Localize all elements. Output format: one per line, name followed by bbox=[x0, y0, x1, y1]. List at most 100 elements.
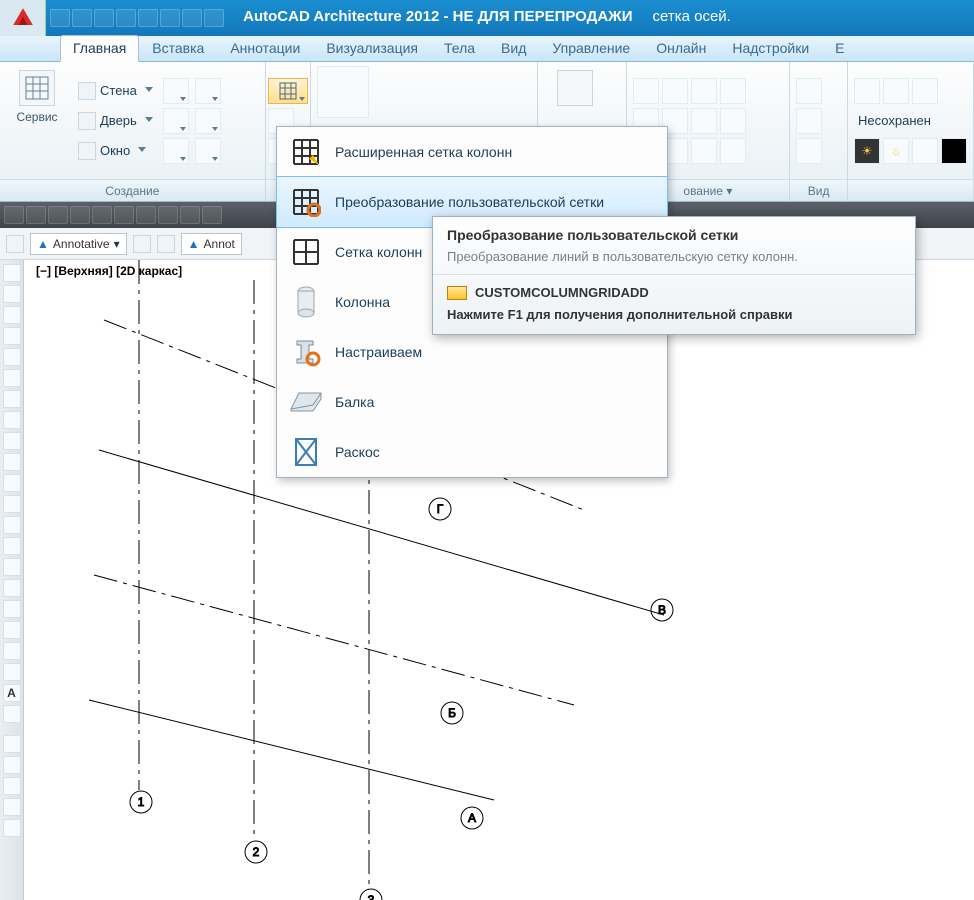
tool-button[interactable] bbox=[163, 78, 189, 104]
tool-button[interactable] bbox=[195, 108, 221, 134]
tool-button[interactable] bbox=[3, 306, 21, 324]
toolbar-button[interactable] bbox=[4, 206, 24, 224]
wall-button[interactable]: Стена bbox=[74, 78, 157, 104]
tool-button[interactable] bbox=[3, 756, 21, 774]
array-tool[interactable] bbox=[720, 108, 746, 134]
toolbar-button[interactable] bbox=[202, 206, 222, 224]
layer-lock-icon[interactable] bbox=[912, 138, 938, 164]
view-tool[interactable] bbox=[796, 108, 822, 134]
trim-tool[interactable] bbox=[691, 78, 717, 104]
fillet-tool[interactable] bbox=[691, 108, 717, 134]
qat-button[interactable] bbox=[138, 9, 158, 27]
tab-home[interactable]: Главная bbox=[60, 35, 139, 62]
grid-enhanced-icon bbox=[289, 135, 323, 169]
tool-button[interactable] bbox=[3, 327, 21, 345]
tool-button[interactable] bbox=[3, 642, 21, 660]
anno-tool-icon[interactable] bbox=[133, 235, 151, 253]
door-button[interactable]: Дверь bbox=[74, 108, 157, 134]
qat-button[interactable] bbox=[72, 9, 92, 27]
tool-button[interactable] bbox=[3, 453, 21, 471]
menu-item-brace[interactable]: Раскос bbox=[277, 427, 667, 477]
line-tool[interactable] bbox=[317, 66, 369, 118]
explode-tool[interactable] bbox=[720, 138, 746, 164]
qat-dropdown[interactable] bbox=[204, 9, 224, 27]
tooltip: Преобразование пользовательской сетки Пр… bbox=[432, 216, 916, 335]
tool-button[interactable] bbox=[3, 558, 21, 576]
menu-item-enhanced-grid[interactable]: Расширенная сетка колонн bbox=[277, 127, 667, 177]
anno-scale-dropdown[interactable]: ▲Annotative▾ bbox=[30, 233, 127, 255]
tool-button[interactable] bbox=[3, 432, 21, 450]
layer-tool[interactable] bbox=[883, 78, 909, 104]
toolbar-button[interactable] bbox=[48, 206, 68, 224]
qat-button[interactable] bbox=[160, 9, 180, 27]
rotate-tool[interactable] bbox=[662, 78, 688, 104]
tool-button[interactable] bbox=[3, 264, 21, 282]
tool-button[interactable] bbox=[163, 108, 189, 134]
layer-on-icon[interactable]: ☀ bbox=[854, 138, 880, 164]
tool-button[interactable] bbox=[3, 474, 21, 492]
qat-button[interactable] bbox=[50, 9, 70, 27]
tool-button[interactable] bbox=[3, 348, 21, 366]
panel-label-view[interactable]: Вид bbox=[790, 179, 847, 201]
view-tool[interactable] bbox=[796, 138, 822, 164]
tool-button[interactable] bbox=[3, 663, 21, 681]
toolbar-button[interactable] bbox=[180, 206, 200, 224]
service-button[interactable]: Сервис bbox=[6, 66, 68, 175]
tab-manage[interactable]: Управление bbox=[539, 35, 643, 61]
toolbar-button[interactable] bbox=[26, 206, 46, 224]
tab-annotate[interactable]: Аннотации bbox=[217, 35, 313, 61]
tool-button[interactable] bbox=[3, 819, 21, 837]
toolbar-button[interactable] bbox=[158, 206, 178, 224]
move-tool[interactable] bbox=[633, 78, 659, 104]
anno-scale2-dropdown[interactable]: ▲Annot bbox=[181, 233, 242, 255]
app-menu-button[interactable] bbox=[0, 0, 46, 36]
tool-button[interactable] bbox=[3, 495, 21, 513]
tool-button[interactable] bbox=[3, 579, 21, 597]
qat-button[interactable] bbox=[116, 9, 136, 27]
column-grid-split-button[interactable] bbox=[268, 78, 308, 104]
toolbar-button[interactable] bbox=[136, 206, 156, 224]
qat-button[interactable] bbox=[182, 9, 202, 27]
tool-button[interactable] bbox=[3, 390, 21, 408]
tool-button[interactable] bbox=[3, 516, 21, 534]
toolbar-button[interactable] bbox=[114, 206, 134, 224]
tool-button[interactable] bbox=[3, 369, 21, 387]
offset-tool[interactable] bbox=[691, 138, 717, 164]
window-button[interactable]: Окно bbox=[74, 138, 157, 164]
tab-online[interactable]: Онлайн bbox=[643, 35, 719, 61]
tool-button[interactable] bbox=[195, 138, 221, 164]
tab-solids[interactable]: Тела bbox=[431, 35, 488, 61]
chevron-down-icon bbox=[145, 87, 153, 95]
anno-scale-icon[interactable] bbox=[6, 235, 24, 253]
tool-button[interactable] bbox=[3, 735, 21, 753]
tool-button[interactable] bbox=[3, 621, 21, 639]
tab-extra[interactable]: E bbox=[822, 35, 857, 61]
toolbar-button[interactable] bbox=[92, 206, 112, 224]
tab-visualize[interactable]: Визуализация bbox=[313, 35, 431, 61]
text-tool[interactable]: A bbox=[3, 684, 21, 702]
anno-tool-icon[interactable] bbox=[157, 235, 175, 253]
toolbar-button[interactable] bbox=[70, 206, 90, 224]
tool-button[interactable] bbox=[3, 537, 21, 555]
extend-tool[interactable] bbox=[720, 78, 746, 104]
tool-button[interactable] bbox=[163, 138, 189, 164]
qat-button[interactable] bbox=[94, 9, 114, 27]
tool-button[interactable] bbox=[3, 600, 21, 618]
layer-tool[interactable] bbox=[854, 78, 880, 104]
tab-addons[interactable]: Надстройки bbox=[719, 35, 822, 61]
tool-button[interactable] bbox=[3, 285, 21, 303]
layer-freeze-icon[interactable]: ☼ bbox=[883, 138, 909, 164]
tool-button[interactable] bbox=[195, 78, 221, 104]
tab-insert[interactable]: Вставка bbox=[139, 35, 217, 61]
tool-button[interactable] bbox=[3, 798, 21, 816]
unsaved-layer-state[interactable]: Несохранен bbox=[854, 108, 967, 134]
layer-tool[interactable] bbox=[912, 78, 938, 104]
tab-view[interactable]: Вид bbox=[488, 35, 539, 61]
menu-item-beam[interactable]: Балка bbox=[277, 377, 667, 427]
tool-button[interactable] bbox=[3, 705, 21, 723]
tool-button[interactable] bbox=[3, 411, 21, 429]
grid-mark: 3 bbox=[368, 893, 375, 900]
view-tool[interactable] bbox=[796, 78, 822, 104]
layer-color-icon[interactable] bbox=[941, 138, 967, 164]
tool-button[interactable] bbox=[3, 777, 21, 795]
